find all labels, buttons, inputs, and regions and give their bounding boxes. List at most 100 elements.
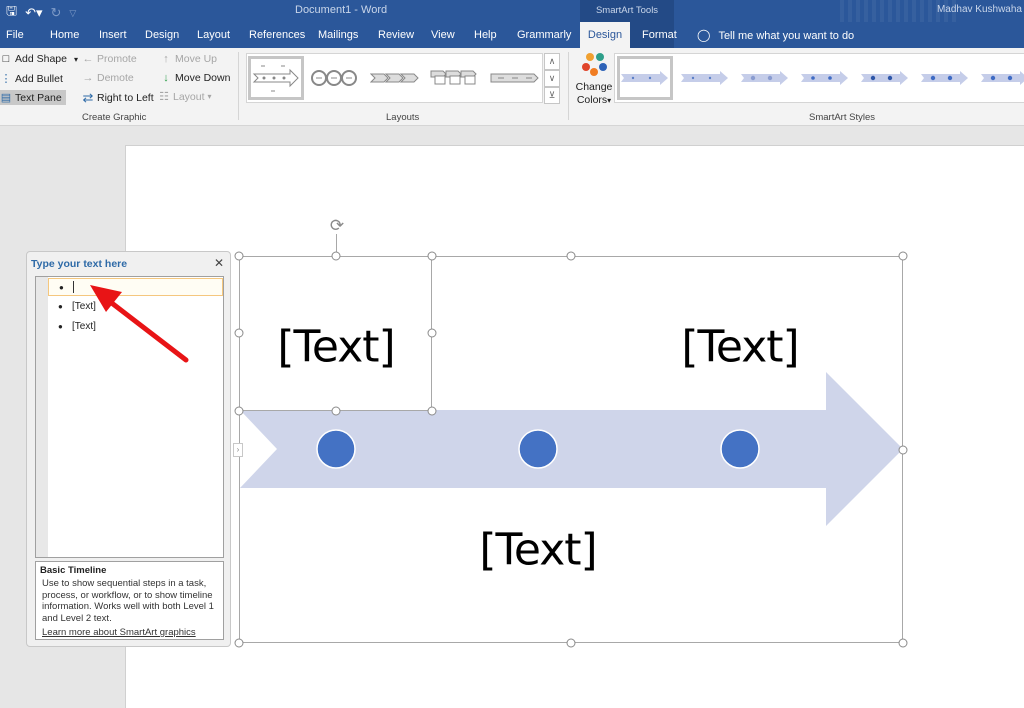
layout-closed-chevron[interactable]	[427, 56, 483, 100]
gallery-more-button[interactable]: ⊻	[544, 87, 560, 104]
resize-handle[interactable]	[898, 638, 908, 648]
resize-handle[interactable]	[427, 406, 437, 416]
layout-basic-timeline[interactable]	[248, 56, 304, 100]
bullet-icon: ●	[58, 322, 63, 331]
arrow-down-icon: ↓	[163, 72, 169, 84]
smartart-style-4[interactable]	[797, 56, 853, 100]
text-pane-button[interactable]: ▤ Text Pane	[0, 90, 66, 105]
resize-handle[interactable]	[234, 328, 244, 338]
ribbon: □ Add Shape ▾ ⋮ Add Bullet ▤ Text Pane ← Prom…	[0, 48, 1024, 126]
tab-smartart-design[interactable]: Design	[580, 22, 630, 48]
chevron-process-thumb-icon	[370, 73, 419, 83]
tab-view[interactable]: View	[431, 22, 455, 48]
resize-handle[interactable]	[234, 406, 244, 416]
redo-icon[interactable]: ↻	[51, 5, 62, 21]
rotate-icon[interactable]: ⟳	[330, 216, 344, 236]
resize-handle[interactable]	[331, 251, 341, 261]
bullet-icon: ●	[59, 283, 64, 292]
smartart-style-2[interactable]	[677, 56, 733, 100]
save-icon[interactable]: 🖫	[6, 2, 17, 24]
resize-handle[interactable]	[898, 251, 908, 261]
tell-me-search[interactable]: ◯ Tell me what you want to do	[697, 22, 854, 48]
tab-review[interactable]: Review	[378, 22, 414, 48]
tab-design[interactable]: Design	[145, 22, 179, 48]
learn-more-link[interactable]: Learn more about SmartArt graphics	[40, 627, 219, 638]
tab-grammarly[interactable]: Grammarly	[517, 22, 571, 48]
undo-icon[interactable]: ↶▾	[25, 5, 42, 21]
gallery-scroll-down-button[interactable]: ∨	[544, 70, 560, 87]
layout-chevron-process[interactable]	[367, 56, 423, 100]
title-bar: 🖫 ↶▾ ↻ ▽ Document1 - Word SmartArt Tools…	[0, 0, 1024, 48]
resize-handle[interactable]	[234, 638, 244, 648]
text-pane-item-active[interactable]: ●	[48, 278, 223, 296]
layout-description-text: Use to show sequential steps in a task, …	[42, 578, 214, 624]
text-pane-toggle-button[interactable]: ›	[233, 443, 243, 457]
arrow-process-thumb-icon	[490, 73, 539, 83]
gallery-scroll-up-button[interactable]: ∧	[544, 53, 560, 70]
add-shape-icon: □	[2, 53, 10, 65]
text-pane: Type your text here ✕ ● ● [Text] ● [Text] …	[26, 251, 231, 647]
document-title: Document1 - Word	[295, 4, 388, 16]
add-bullet-icon: ⋮	[0, 73, 12, 85]
tab-references[interactable]: References	[249, 22, 305, 48]
text-pane-item[interactable]: ● [Text]	[48, 318, 223, 336]
smartart-style-1[interactable]	[617, 56, 673, 100]
dropdown-arrow-icon: ▾	[73, 54, 78, 64]
move-up-button[interactable]: ↑ Move Up	[160, 53, 217, 65]
bullet-icon: ●	[58, 302, 63, 311]
group-separator	[238, 52, 239, 120]
layout-arrow-process[interactable]	[487, 56, 543, 100]
resize-handle[interactable]	[331, 406, 341, 416]
dropdown-arrow-icon: ▾	[607, 96, 612, 105]
smartart-style-7[interactable]	[977, 56, 1024, 100]
smartart-text-3[interactable]: [Text]	[681, 322, 799, 373]
tell-me-text: Tell me what you want to do	[718, 30, 855, 42]
demote-button[interactable]: → Demote	[82, 72, 134, 84]
smartart-style-5[interactable]	[857, 56, 913, 100]
style-thumb-icon	[981, 71, 1024, 85]
text-pane-gutter	[36, 277, 48, 557]
resize-handle[interactable]	[566, 638, 576, 648]
resize-handle[interactable]	[427, 328, 437, 338]
right-to-left-button[interactable]: ⇄ Right to Left	[82, 90, 154, 106]
resize-handle[interactable]	[234, 251, 244, 261]
style-thumb-icon	[861, 71, 908, 85]
change-colors-button[interactable]: Change Colors▾	[574, 53, 614, 107]
style-thumb-icon	[741, 71, 788, 85]
tab-home[interactable]: Home	[50, 22, 79, 48]
dropdown-arrow-icon: ▾	[207, 92, 212, 101]
smartart-text-2[interactable]: [Text]	[479, 525, 597, 576]
smartart-style-3[interactable]	[737, 56, 793, 100]
tab-insert[interactable]: Insert	[99, 22, 127, 48]
layouts-group-label: Layouts	[386, 112, 420, 123]
tab-layout[interactable]: Layout	[197, 22, 230, 48]
layout-circle-timeline[interactable]	[307, 56, 363, 100]
layout-button[interactable]: ☷ Layout ▾	[158, 90, 212, 104]
group-separator	[568, 52, 569, 120]
add-shape-button[interactable]: □ Add Shape ▾	[0, 53, 78, 65]
tab-help[interactable]: Help	[474, 22, 497, 48]
quick-access-toolbar: 🖫 ↶▾ ↻ ▽	[6, 2, 76, 24]
text-pane-item[interactable]: ● [Text]	[48, 298, 223, 316]
style-thumb-icon	[621, 71, 668, 85]
arrow-left-icon: ←	[82, 53, 94, 65]
customize-qat-icon[interactable]: ▽	[69, 8, 76, 19]
resize-handle[interactable]	[898, 445, 908, 455]
smartart-style-6[interactable]	[917, 56, 973, 100]
smartart-text-1[interactable]: [Text]	[277, 322, 395, 373]
promote-button[interactable]: ← Promote	[82, 53, 137, 65]
move-down-button[interactable]: ↓ Move Down	[160, 72, 230, 84]
user-name[interactable]: Madhav Kushwaha	[937, 4, 1022, 15]
close-icon[interactable]: ✕	[214, 256, 224, 270]
resize-handle[interactable]	[566, 251, 576, 261]
tab-mailings[interactable]: Mailings	[318, 22, 358, 48]
resize-handle[interactable]	[427, 251, 437, 261]
add-bullet-button[interactable]: ⋮ Add Bullet	[0, 72, 63, 86]
layouts-gallery-scroll: ∧ ∨ ⊻	[544, 53, 560, 104]
color-palette-icon	[581, 53, 607, 79]
tab-format[interactable]: Format	[642, 22, 677, 48]
tab-file[interactable]: File	[6, 22, 24, 48]
smartart-styles-group-label: SmartArt Styles	[809, 112, 875, 123]
circle-timeline-thumb-icon	[311, 70, 357, 86]
style-thumb-icon	[801, 71, 848, 85]
